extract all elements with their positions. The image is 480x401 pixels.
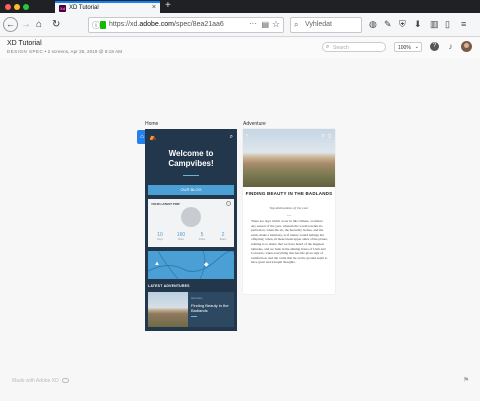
maximize-window-button[interactable] [23,4,29,10]
trip-photo-placeholder [181,207,201,227]
browser-search-field[interactable]: ⌕ Vyhledat [290,17,362,33]
heading-divider [183,175,199,176]
settings-icon [226,201,231,206]
trip-stat: 2 Bears [219,232,227,241]
search-icon: ⌕ [294,20,299,29]
artboard-home[interactable]: ⛺ ⌕ Welcome to Campvibes! OUR BLOG YOUR … [145,129,237,331]
back-chevron-icon: ‹ [246,133,248,139]
tent-marker-icon: ▲ [154,261,160,267]
latest-adventures-heading: LATEST ADVENTURES [148,284,190,288]
search-icon: ⌕ [321,133,325,139]
artboard-label-home: Home [145,121,159,127]
cc-logo-icon [61,378,69,384]
tools-wrench-icon[interactable]: ✎ [384,19,392,30]
share-icon: ⇪ [326,134,332,140]
library-icon[interactable]: ▥ [430,19,439,30]
trip-stat: 5 Parks [198,232,206,241]
navigation-toolbar: ← → ⌂ ↻ ⓘ https://xd.adobe.com/spec/8ea2… [0,13,480,37]
spec-search-input[interactable]: ⌕ Search [322,42,386,52]
search-icon: ⌕ [326,44,330,50]
xd-favicon-icon: Xd [59,5,66,12]
help-icon[interactable]: ? [430,42,439,51]
adventure-card-title: Finding Beauty in the Badlands [191,303,229,313]
home-top-bar: ⛺ ⌕ [149,134,233,142]
browser-window: Xd XD Tutorial × + ← → ⌂ ↻ ⓘ https://xd.… [0,0,480,401]
spec-search-placeholder: Search [333,45,349,51]
our-blog-button: OUR BLOG [148,185,234,195]
badlands-thumbnail [148,292,188,327]
card-divider [191,316,197,317]
latest-trip-title: YOUR LATEST TRIP [151,202,180,206]
search-icon: ⌕ [229,134,233,140]
map-route-lines [148,251,234,279]
made-with-xd-footer: Made with Adobe XD [12,378,69,384]
document-meta: DESIGN SPEC • 2 screens, Apr 26, 2019 @ … [7,49,123,54]
url-text[interactable]: https://xd.adobe.com/spec/8ea21aa6 [109,21,224,28]
tab-title: XD Tutorial [69,5,99,11]
welcome-heading: Welcome to Campvibes! [168,149,214,168]
url-bar[interactable]: ⓘ https://xd.adobe.com/spec/8ea21aa6 ···… [88,17,284,33]
reader-view-icon[interactable]: ▤ [261,20,269,29]
trip-map: ▲ ◆ [148,251,234,279]
zoom-value: 100% [398,45,411,51]
new-tab-button[interactable]: + [165,0,171,12]
document-title: XD Tutorial [7,40,42,47]
chevron-down-icon: ⌄ [414,44,419,50]
download-icon[interactable]: ⬇ [414,19,422,30]
forward-button[interactable]: → [21,18,31,32]
campvibes-logo-icon: ⛺ [149,135,157,141]
sidebar-icon[interactable]: ▯ [445,19,450,30]
tab-strip: Xd XD Tutorial × + [0,0,480,13]
close-window-button[interactable] [5,4,11,10]
info-icon[interactable]: ⓘ [92,20,100,31]
browser-search-placeholder: Vyhledat [305,21,332,28]
close-tab-icon[interactable]: × [152,4,156,11]
artboard-adventure[interactable]: ‹ ⌕ ⇪ FINDING BEAUTY IN THE BADLANDS Top… [243,129,335,294]
lock-icon[interactable] [100,21,106,29]
latest-adventure-card: Adventure Finding Beauty in the Badlands [148,292,234,327]
trip-stat: 160 Miles [176,232,186,241]
minimize-window-button[interactable] [14,4,20,10]
page-actions-icon[interactable]: ··· [249,19,257,28]
adventure-subtitle: Top destinations of the year [269,206,309,210]
feedback-flag-icon[interactable]: ⚑ [463,376,469,384]
extension-icon[interactable]: ◍ [369,19,377,30]
artboard-label-adventure: Adventure [243,121,266,127]
shield-icon[interactable]: ⛨ [399,19,406,30]
latest-trip-card: YOUR LATEST TRIP 10 Days 160 Miles 5 Parks … [148,199,234,247]
adventure-title: FINDING BEAUTY IN THE BADLANDS [245,191,333,196]
tab-xd-tutorial[interactable]: Xd XD Tutorial × [55,1,160,13]
adventure-body-text: There are days which occur in this clima… [251,219,328,265]
menu-icon[interactable]: ≡ [461,19,466,29]
adventure-category: Adventure [191,297,203,300]
back-button[interactable]: ← [3,17,18,32]
notifications-bell-icon[interactable]: ♪ [446,42,455,51]
reload-button[interactable]: ↻ [52,18,60,32]
zoom-select[interactable]: 100% ⌄ [394,42,422,52]
bookmark-star-icon[interactable]: ☆ [272,19,280,30]
bear-marker-icon: ◆ [204,262,209,268]
avatar[interactable] [461,41,472,52]
home-button[interactable]: ⌂ [36,18,42,32]
trip-stat: 10 Days [157,232,163,241]
